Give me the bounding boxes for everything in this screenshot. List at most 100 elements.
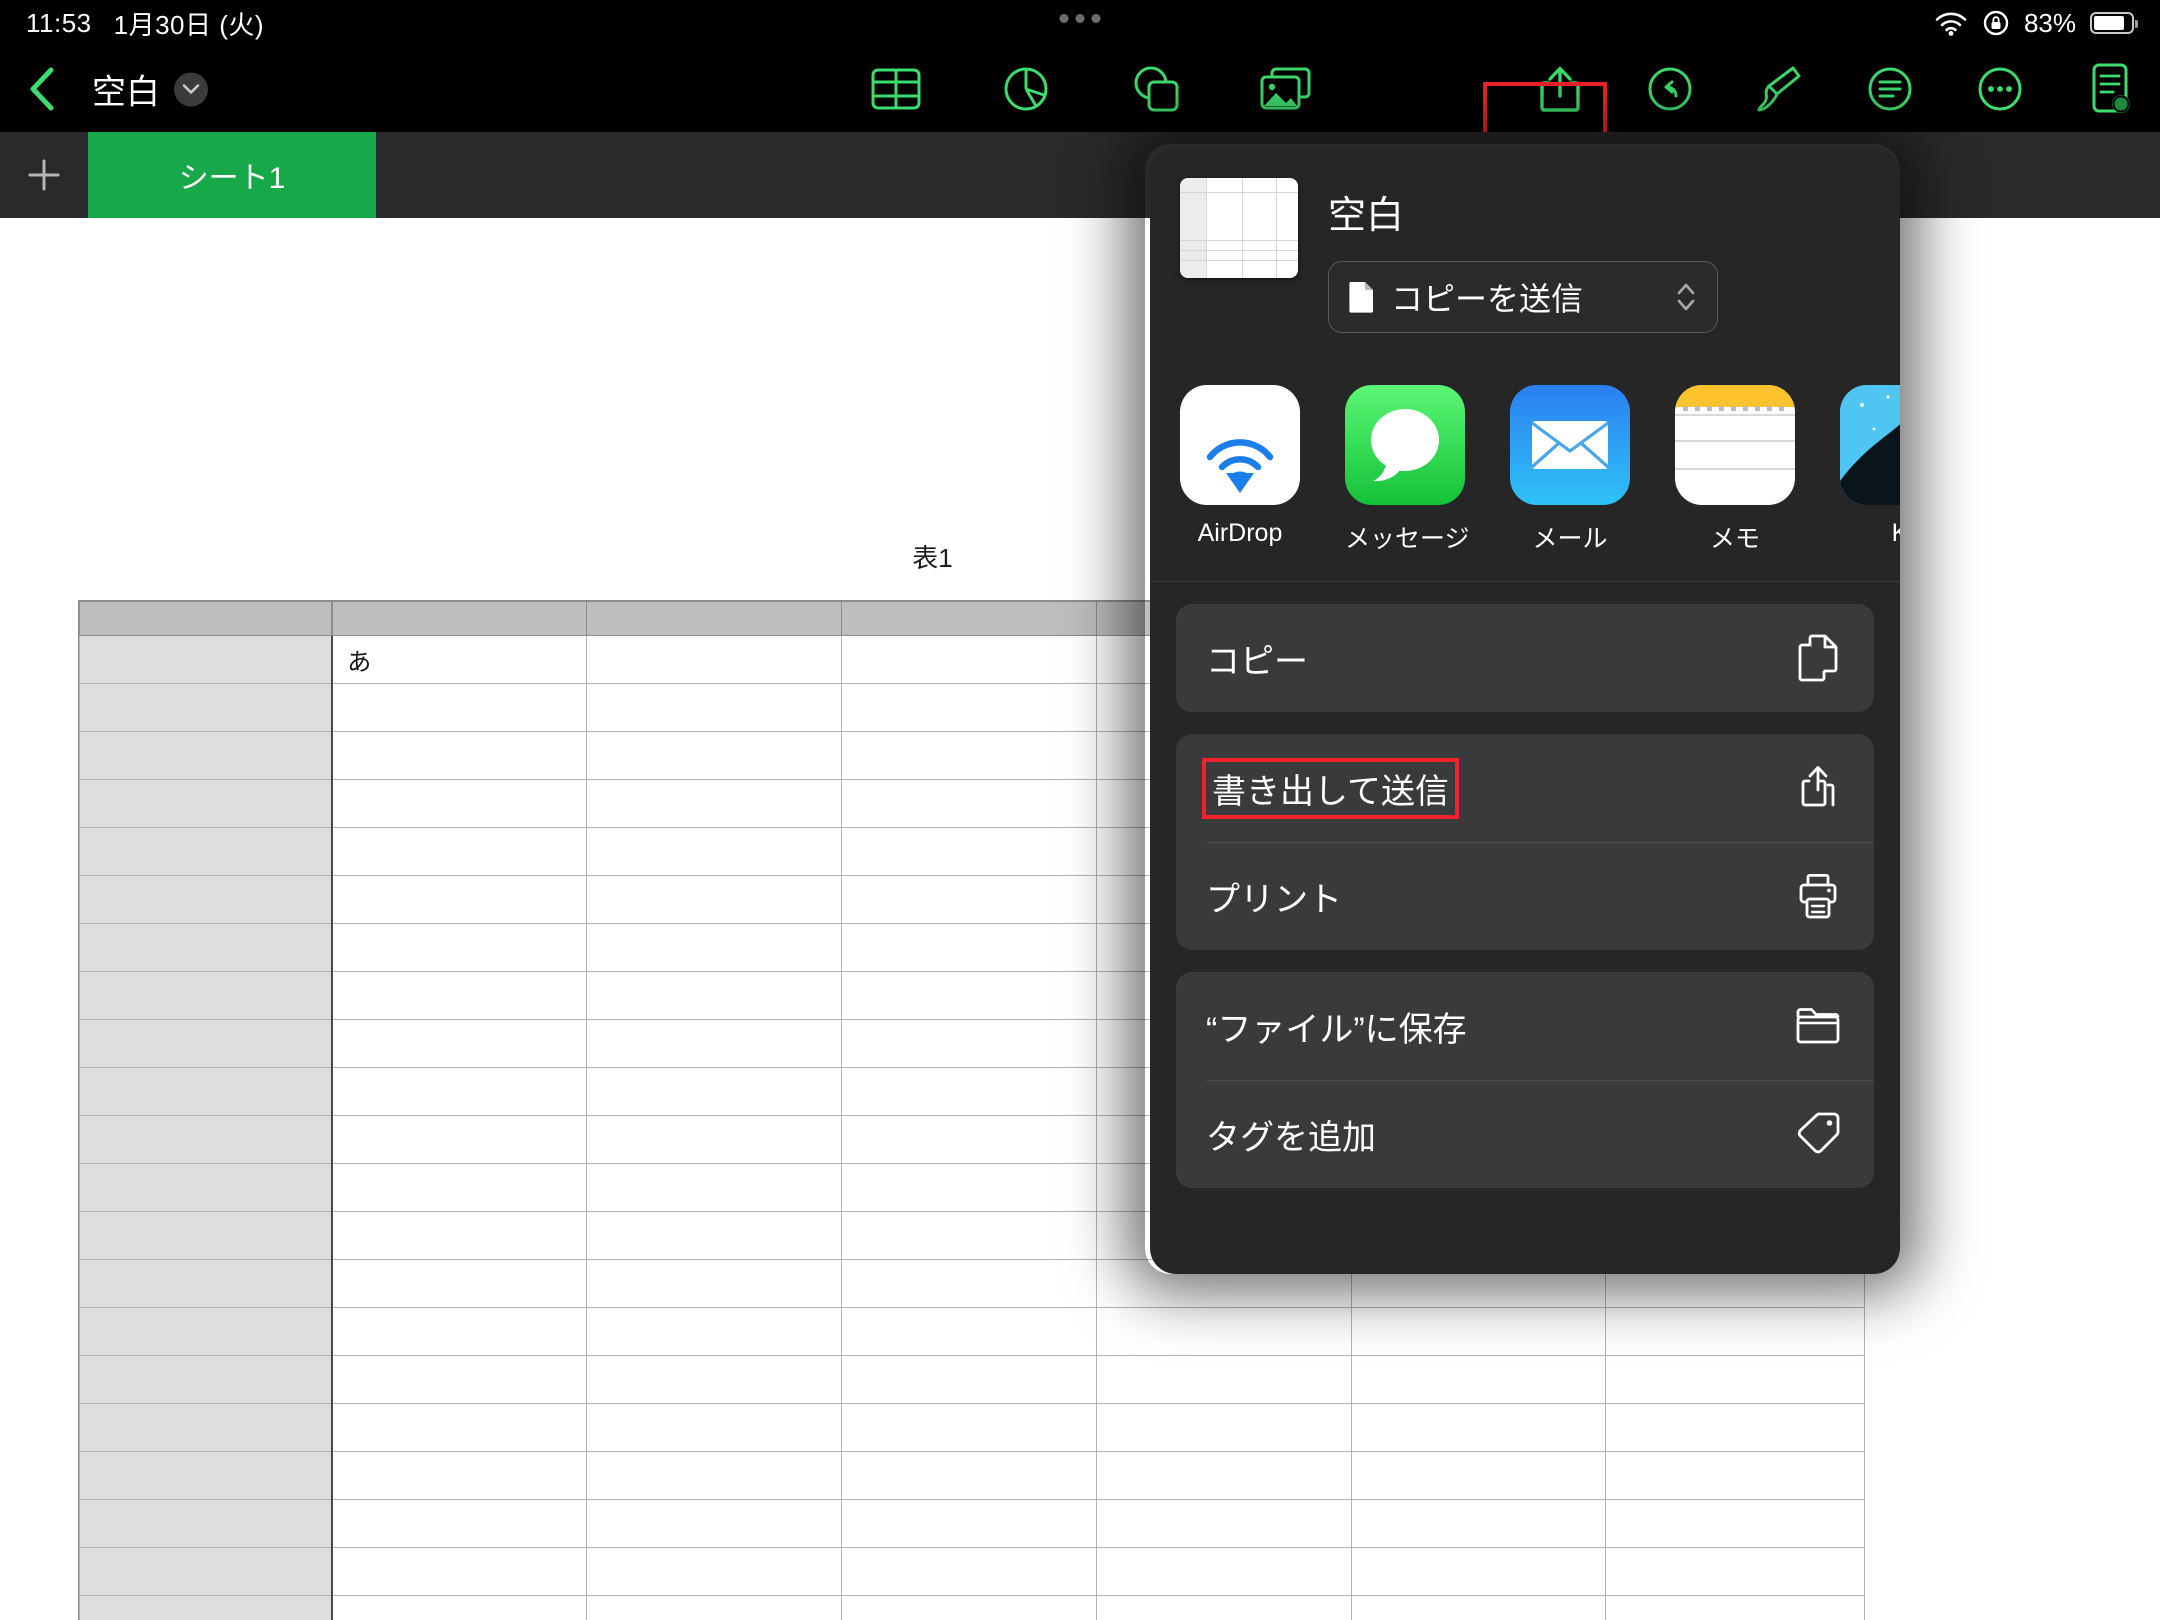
table-cell[interactable] [586, 731, 843, 780]
insert-table-button[interactable] [870, 63, 922, 115]
table-cell[interactable] [1605, 1499, 1865, 1548]
table-cell[interactable] [1095, 1499, 1352, 1548]
share-action-add-tags[interactable]: タグを追加 [1176, 1080, 1874, 1188]
table-cell[interactable] [586, 1163, 843, 1212]
table-cell[interactable] [586, 635, 843, 684]
share-app-airdrop[interactable]: AirDrop [1180, 385, 1300, 555]
table-row-header[interactable] [79, 1259, 334, 1308]
table-cell[interactable] [331, 1019, 588, 1068]
table-cell[interactable] [1350, 1499, 1607, 1548]
table-cell[interactable] [841, 827, 1097, 876]
document-options-button[interactable] [2084, 63, 2136, 115]
table-row-header[interactable] [79, 779, 334, 828]
table-cell[interactable] [331, 1547, 588, 1596]
insert-media-button[interactable] [1260, 63, 1312, 115]
table-row-header[interactable] [79, 971, 334, 1020]
table-row-header[interactable] [79, 1211, 334, 1260]
table-row-header[interactable] [79, 923, 334, 972]
table-cell[interactable] [841, 971, 1097, 1020]
table-cell[interactable] [1605, 1547, 1865, 1596]
back-button[interactable] [18, 65, 66, 113]
markup-button[interactable] [1754, 63, 1806, 115]
table-cell[interactable] [841, 1067, 1097, 1116]
table-row-header[interactable] [79, 1403, 334, 1452]
table-row-header[interactable] [79, 1547, 334, 1596]
table-row-header[interactable] [79, 683, 334, 732]
table-cell[interactable] [1605, 1403, 1865, 1452]
table-cell[interactable] [1350, 1307, 1607, 1356]
table-row-header[interactable] [79, 827, 334, 876]
sheet-tab-1[interactable]: シート1 [88, 132, 376, 218]
table-cell[interactable] [586, 1067, 843, 1116]
table-cell[interactable] [331, 875, 588, 924]
table-cell[interactable] [586, 1019, 843, 1068]
share-app-notes[interactable]: メモ [1675, 385, 1795, 555]
table-cell[interactable] [586, 827, 843, 876]
table-column-header[interactable] [586, 601, 843, 636]
share-app-mail[interactable]: メール [1510, 385, 1630, 555]
table-cell[interactable] [586, 923, 843, 972]
table-cell[interactable]: あ [331, 635, 588, 684]
table-cell[interactable] [586, 683, 843, 732]
add-sheet-button[interactable] [0, 132, 88, 218]
table-cell[interactable] [331, 1115, 588, 1164]
table-cell[interactable] [586, 875, 843, 924]
table-row-header[interactable] [79, 1067, 334, 1116]
table-row-header[interactable] [79, 1595, 334, 1620]
table-cell[interactable] [841, 1211, 1097, 1260]
table-cell[interactable] [331, 827, 588, 876]
table-cell[interactable] [1095, 1451, 1352, 1500]
table-row-header[interactable] [79, 1355, 334, 1404]
table-cell[interactable] [841, 1259, 1097, 1308]
table-cell[interactable] [586, 1403, 843, 1452]
share-action-save-to-files[interactable]: “ファイル”に保存 [1176, 972, 1874, 1080]
table-cell[interactable] [1095, 1403, 1352, 1452]
share-app-contact[interactable]: K [1840, 385, 1900, 555]
table-cell[interactable] [1350, 1355, 1607, 1404]
table-cell[interactable] [1095, 1355, 1352, 1404]
table-row-header[interactable] [79, 1019, 334, 1068]
share-action-export[interactable]: 書き出して送信 [1176, 734, 1874, 842]
table-cell[interactable] [586, 971, 843, 1020]
table-cell[interactable] [1350, 1595, 1607, 1620]
table-cell[interactable] [1095, 1547, 1352, 1596]
table-column-header[interactable] [841, 601, 1097, 636]
table-cell[interactable] [331, 779, 588, 828]
table-row-header[interactable] [79, 1499, 334, 1548]
table-cell[interactable] [586, 1595, 843, 1620]
table-cell[interactable] [1350, 1403, 1607, 1452]
table-cell[interactable] [841, 1355, 1097, 1404]
table-cell[interactable] [841, 1595, 1097, 1620]
share-app-row[interactable]: AirDrop メッセージ メール メモ [1150, 351, 1900, 582]
table-cell[interactable] [331, 1595, 588, 1620]
table-row-header[interactable] [79, 1115, 334, 1164]
send-option-selector[interactable]: コピーを送信 [1328, 261, 1718, 333]
table-cell[interactable] [841, 1547, 1097, 1596]
table-cell[interactable] [331, 683, 588, 732]
table-row-header[interactable] [79, 635, 334, 684]
table-cell[interactable] [841, 1019, 1097, 1068]
table-cell[interactable] [586, 1355, 843, 1404]
table-cell[interactable] [586, 1547, 843, 1596]
table-cell[interactable] [1095, 1595, 1352, 1620]
table-cell[interactable] [1095, 1307, 1352, 1356]
table-cell[interactable] [331, 923, 588, 972]
table-cell[interactable] [1350, 1547, 1607, 1596]
table-cell[interactable] [586, 1259, 843, 1308]
insert-chart-button[interactable] [1000, 63, 1052, 115]
undo-button[interactable] [1644, 63, 1696, 115]
format-button[interactable] [1864, 63, 1916, 115]
table-cell[interactable] [841, 683, 1097, 732]
table-cell[interactable] [586, 1211, 843, 1260]
table-cell[interactable] [841, 1307, 1097, 1356]
table-cell[interactable] [331, 731, 588, 780]
share-action-copy[interactable]: コピー [1176, 604, 1874, 712]
table-cell[interactable] [331, 1499, 588, 1548]
table-cell[interactable] [586, 1451, 843, 1500]
table-cell[interactable] [841, 1451, 1097, 1500]
table-cell[interactable] [331, 1307, 588, 1356]
table-row-header[interactable] [79, 1163, 334, 1212]
table-row-header[interactable] [79, 731, 334, 780]
table-cell[interactable] [1605, 1307, 1865, 1356]
table-row-header[interactable] [79, 1307, 334, 1356]
